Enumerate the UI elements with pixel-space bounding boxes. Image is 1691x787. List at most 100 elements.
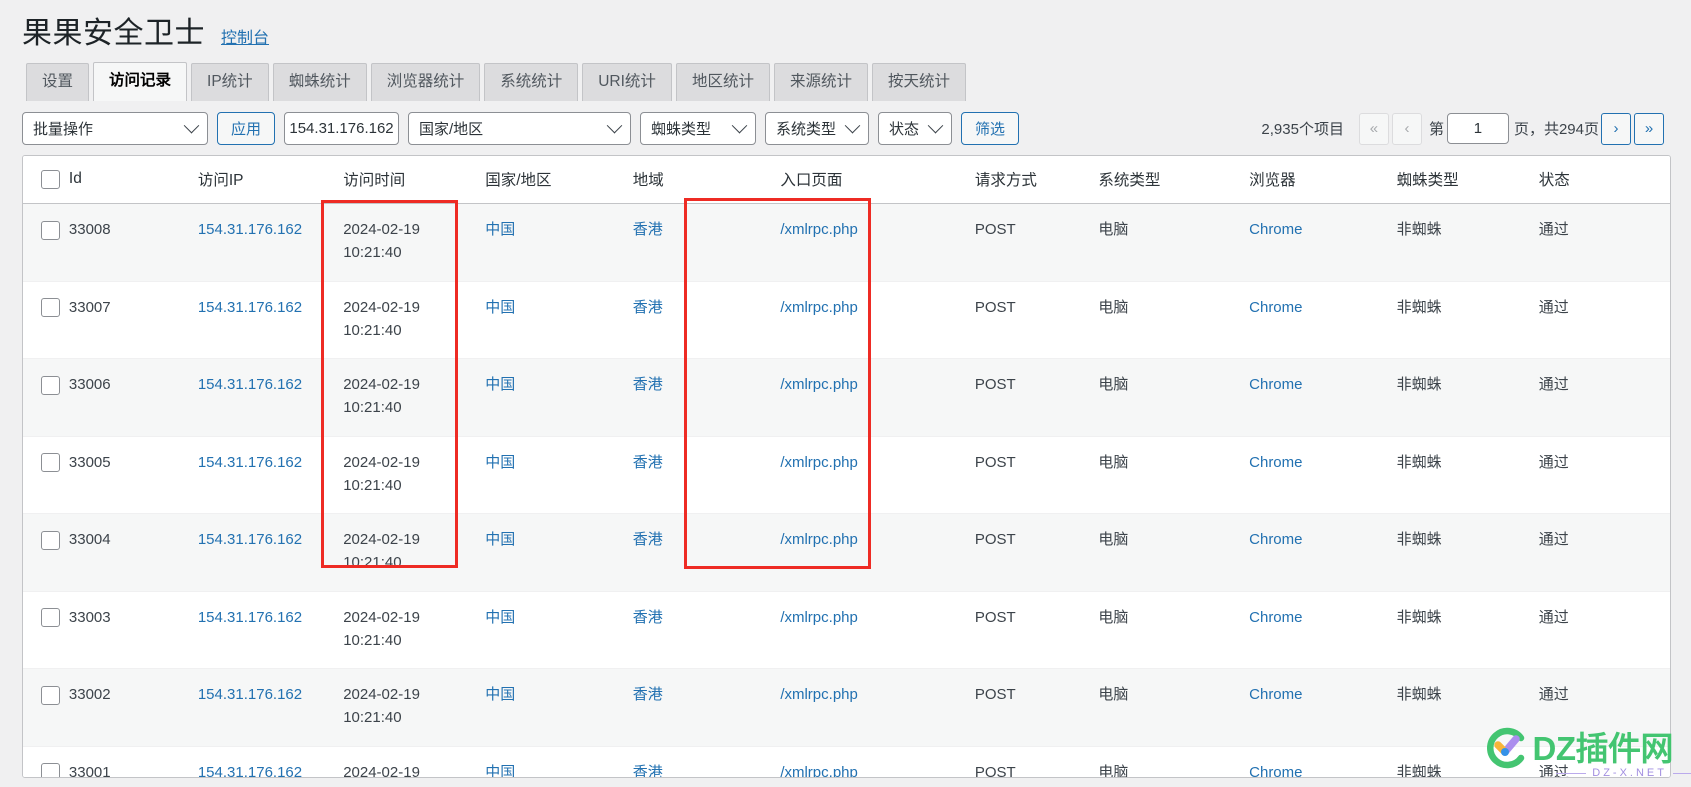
cell-country[interactable]: 中国 xyxy=(485,746,633,777)
cell-ip[interactable]: 154.31.176.162 xyxy=(197,746,344,778)
cell-url-value[interactable]: /xmlrpc.php xyxy=(780,531,858,548)
cell-ip-value[interactable]: 154.31.176.162 xyxy=(198,454,302,471)
column-header-url[interactable]: 入口页面 xyxy=(780,156,975,204)
cell-region-value[interactable]: 香港 xyxy=(633,299,663,316)
table-row[interactable]: 33006 154.31.176.162 2024-02-19 10:21:40 中国 香… xyxy=(23,358,1670,437)
cell-browser[interactable]: Chrome xyxy=(1249,668,1397,747)
cell-url-value[interactable]: /xmlrpc.php xyxy=(780,221,858,238)
cell-ip-value[interactable]: 154.31.176.162 xyxy=(198,531,302,548)
table-row[interactable]: 33002 154.31.176.162 2024-02-19 10:21:40 中国 香… xyxy=(23,668,1670,747)
cell-country[interactable]: 中国 xyxy=(485,668,633,747)
column-header-status[interactable]: 状态 xyxy=(1538,156,1670,204)
cell-browser[interactable]: Chrome xyxy=(1249,591,1397,669)
row-checkbox[interactable] xyxy=(41,375,60,395)
row-checkbox-cell[interactable] xyxy=(23,436,69,514)
cell-region[interactable]: 香港 xyxy=(632,436,781,514)
column-header-country[interactable]: 国家/地区 xyxy=(485,156,633,204)
cell-ip-value[interactable]: 154.31.176.162 xyxy=(198,764,302,778)
cell-country-value[interactable]: 中国 xyxy=(485,686,515,703)
cell-url[interactable]: /xmlrpc.php xyxy=(780,358,975,437)
tab-4[interactable]: 浏览器统计 xyxy=(370,62,481,101)
console-link[interactable]: 控制台 xyxy=(221,24,269,48)
cell-url-value[interactable]: /xmlrpc.php xyxy=(780,686,858,703)
filter-button[interactable]: 筛选 xyxy=(961,112,1020,145)
cell-url[interactable]: /xmlrpc.php xyxy=(780,281,975,359)
cell-region-value[interactable]: 香港 xyxy=(633,376,663,393)
column-header-method[interactable]: 请求方式 xyxy=(974,156,1099,204)
table-row[interactable]: 33008 154.31.176.162 2024-02-19 10:21:40 中国 香… xyxy=(23,203,1670,282)
cell-region[interactable]: 香港 xyxy=(632,203,781,282)
cell-browser[interactable]: Chrome xyxy=(1249,746,1397,777)
table-row[interactable]: 33004 154.31.176.162 2024-02-19 10:21:40 中国 香… xyxy=(23,513,1670,592)
row-checkbox-cell[interactable] xyxy=(23,513,69,592)
cell-browser-value[interactable]: Chrome xyxy=(1249,609,1302,626)
tab-1[interactable]: 访问记录 xyxy=(93,61,188,101)
column-header-time[interactable]: 访问时间 xyxy=(343,156,486,204)
cell-country[interactable]: 中国 xyxy=(485,513,633,592)
cell-url[interactable]: /xmlrpc.php xyxy=(780,203,975,282)
tab-2[interactable]: IP统计 xyxy=(191,62,269,101)
cell-country[interactable]: 中国 xyxy=(485,591,633,669)
tab-6[interactable]: URI统计 xyxy=(582,62,672,101)
tab-8[interactable]: 来源统计 xyxy=(773,62,868,101)
cell-url-value[interactable]: /xmlrpc.php xyxy=(780,299,858,316)
column-header-id[interactable]: Id xyxy=(68,156,198,204)
cell-url-value[interactable]: /xmlrpc.php xyxy=(780,764,858,778)
select-all-checkbox[interactable] xyxy=(41,169,60,189)
first-page-button[interactable]: « xyxy=(1358,112,1389,145)
cell-ip[interactable]: 154.31.176.162 xyxy=(197,358,344,437)
bulk-action-select[interactable]: 批量操作 xyxy=(22,112,208,145)
tab-0[interactable]: 设置 xyxy=(26,62,90,101)
cell-browser[interactable]: Chrome xyxy=(1249,281,1397,359)
cell-region[interactable]: 香港 xyxy=(632,668,781,747)
cell-ip-value[interactable]: 154.31.176.162 xyxy=(198,609,302,626)
cell-browser[interactable]: Chrome xyxy=(1249,513,1397,592)
row-checkbox-cell[interactable] xyxy=(23,746,69,777)
cell-country-value[interactable]: 中国 xyxy=(485,221,515,238)
cell-region-value[interactable]: 香港 xyxy=(633,686,663,703)
cell-country-value[interactable]: 中国 xyxy=(485,454,515,471)
table-row[interactable]: 33003 154.31.176.162 2024-02-19 10:21:40 中国 香… xyxy=(23,591,1670,669)
cell-browser-value[interactable]: Chrome xyxy=(1249,454,1302,471)
table-row[interactable]: 33005 154.31.176.162 2024-02-19 10:21:40 中国 香… xyxy=(23,436,1670,514)
table-row[interactable]: 33007 154.31.176.162 2024-02-19 10:21:40 中国 香… xyxy=(23,281,1670,359)
cell-browser-value[interactable]: Chrome xyxy=(1249,531,1302,548)
cell-region-value[interactable]: 香港 xyxy=(633,531,663,548)
tab-3[interactable]: 蜘蛛统计 xyxy=(272,62,367,101)
cell-url-value[interactable]: /xmlrpc.php xyxy=(780,376,858,393)
tab-5[interactable]: 系统统计 xyxy=(484,62,579,101)
column-header-spider[interactable]: 蜘蛛类型 xyxy=(1396,156,1539,204)
cell-browser[interactable]: Chrome xyxy=(1249,436,1397,514)
cell-region[interactable]: 香港 xyxy=(632,513,781,592)
row-checkbox[interactable] xyxy=(41,608,60,628)
row-checkbox-cell[interactable] xyxy=(23,281,69,359)
cell-browser-value[interactable]: Chrome xyxy=(1249,376,1302,393)
status-select[interactable]: 状态 xyxy=(878,112,953,145)
cell-country[interactable]: 中国 xyxy=(485,281,633,359)
prev-page-button[interactable]: ‹ xyxy=(1391,112,1422,145)
cell-region[interactable]: 香港 xyxy=(632,358,781,437)
country-region-select[interactable]: 国家/地区 xyxy=(408,112,632,145)
row-checkbox[interactable] xyxy=(41,685,60,705)
cell-ip[interactable]: 154.31.176.162 xyxy=(197,513,344,592)
row-checkbox[interactable] xyxy=(41,298,60,318)
column-header-system[interactable]: 系统类型 xyxy=(1098,156,1250,204)
cell-country[interactable]: 中国 xyxy=(485,436,633,514)
cell-ip-value[interactable]: 154.31.176.162 xyxy=(198,299,302,316)
page-number-input[interactable]: 1 xyxy=(1446,113,1509,144)
row-checkbox[interactable] xyxy=(41,763,60,777)
cell-country[interactable]: 中国 xyxy=(485,203,633,282)
column-header-ip[interactable]: 访问IP xyxy=(197,156,344,204)
cell-region-value[interactable]: 香港 xyxy=(633,764,663,778)
cell-region-value[interactable]: 香港 xyxy=(633,609,663,626)
cell-ip-value[interactable]: 154.31.176.162 xyxy=(198,686,302,703)
column-header-cb[interactable] xyxy=(23,156,69,204)
ip-filter-input[interactable]: 154.31.176.162 xyxy=(284,112,400,145)
row-checkbox[interactable] xyxy=(41,453,60,473)
cell-url[interactable]: /xmlrpc.php xyxy=(780,513,975,592)
cell-browser[interactable]: Chrome xyxy=(1249,358,1397,437)
last-page-button[interactable]: » xyxy=(1634,112,1664,145)
row-checkbox-cell[interactable] xyxy=(23,591,69,669)
row-checkbox-cell[interactable] xyxy=(23,668,69,747)
cell-url[interactable]: /xmlrpc.php xyxy=(780,591,975,669)
